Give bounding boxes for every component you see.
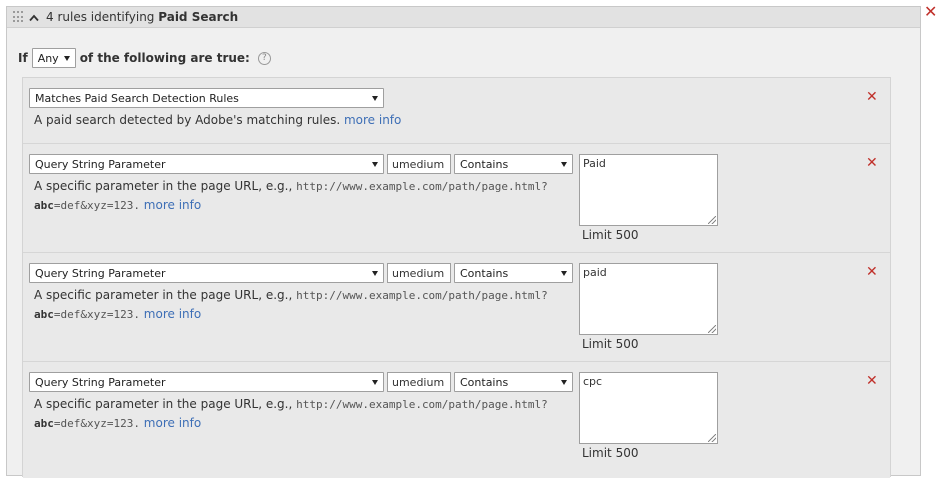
value-text: paid <box>583 266 607 279</box>
if-label: If <box>18 51 28 65</box>
value-text: cpc <box>583 375 603 388</box>
rule-type-value: Query String Parameter <box>35 158 166 171</box>
dropdown-arrow-icon <box>561 271 567 276</box>
more-info-link[interactable]: more info <box>144 198 201 212</box>
operator-select[interactable]: Contains <box>454 263 573 283</box>
rule-item: Query String Parameter umedium Contains … <box>23 144 890 253</box>
remove-rule-group-icon[interactable]: ✕ <box>924 4 938 20</box>
dropdown-arrow-icon <box>63 56 70 61</box>
resize-grip-icon[interactable] <box>708 325 716 333</box>
rule-description-prefix: A specific parameter in the page URL, e.… <box>34 288 293 302</box>
example-param: abc <box>34 308 54 321</box>
operator-select[interactable]: Contains <box>454 372 573 392</box>
rule-description-prefix: A specific parameter in the page URL, e.… <box>34 179 293 193</box>
remove-rule-icon[interactable]: ✕ <box>866 265 878 279</box>
example-url: http://www.example.com/path/page.html? <box>296 289 548 302</box>
rule-description: A specific parameter in the page URL, e.… <box>34 177 574 215</box>
rule-group-title-bold: Paid Search <box>158 10 239 24</box>
limit-label: Limit 500 <box>582 446 639 460</box>
rule-group-title: 4 rules identifying Paid Search <box>46 10 238 24</box>
operator-value: Contains <box>460 376 509 389</box>
value-textarea[interactable]: cpc <box>579 372 718 444</box>
rule-type-select[interactable]: Matches Paid Search Detection Rules <box>29 88 384 108</box>
rule-type-select[interactable]: Query String Parameter <box>29 154 384 174</box>
limit-label: Limit 500 <box>582 228 639 242</box>
resize-grip-icon[interactable] <box>708 434 716 442</box>
rule-description: A specific parameter in the page URL, e.… <box>34 395 574 433</box>
help-icon[interactable]: ? <box>257 51 271 65</box>
rule-description: A specific parameter in the page URL, e.… <box>34 286 574 324</box>
example-query: =def&xyz=123. <box>53 417 140 430</box>
rules-list: Matches Paid Search Detection Rules A pa… <box>22 77 891 478</box>
operator-value: Contains <box>460 267 509 280</box>
dropdown-arrow-icon <box>372 380 378 385</box>
rule-type-value: Matches Paid Search Detection Rules <box>35 92 239 105</box>
rule-group-header[interactable]: 4 rules identifying Paid Search <box>7 7 920 28</box>
rule-item: Query String Parameter umedium Contains … <box>23 253 890 362</box>
operator-value: Contains <box>460 158 509 171</box>
remove-rule-icon[interactable]: ✕ <box>866 156 878 170</box>
rule-item: Query String Parameter umedium Contains … <box>23 362 890 478</box>
drag-handle-icon[interactable] <box>13 11 24 23</box>
remove-rule-icon[interactable]: ✕ <box>866 374 878 388</box>
more-info-link[interactable]: more info <box>344 113 401 127</box>
example-query: =def&xyz=123. <box>53 199 140 212</box>
dropdown-arrow-icon <box>372 162 378 167</box>
parameter-name-input[interactable]: umedium <box>387 372 451 392</box>
remove-rule-icon[interactable]: ✕ <box>866 90 878 104</box>
value-textarea[interactable]: Paid <box>579 154 718 226</box>
rule-type-value: Query String Parameter <box>35 376 166 389</box>
rule-group-title-prefix: 4 rules identifying <box>46 10 155 24</box>
rule-type-value: Query String Parameter <box>35 267 166 280</box>
rule-description: A paid search detected by Adobe's matchi… <box>34 111 574 129</box>
dropdown-arrow-icon <box>372 96 378 101</box>
rule-type-select[interactable]: Query String Parameter <box>29 263 384 283</box>
rule-description-prefix: A specific parameter in the page URL, e.… <box>34 397 293 411</box>
parameter-name-input[interactable]: umedium <box>387 154 451 174</box>
condition-suffix: of the following are true: <box>79 51 250 65</box>
chevron-up-icon[interactable] <box>29 13 39 23</box>
example-url: http://www.example.com/path/page.html? <box>296 180 548 193</box>
condition-row: If Any of the following are true: ? <box>18 47 271 69</box>
example-url: http://www.example.com/path/page.html? <box>296 398 548 411</box>
rule-group-panel: 4 rules identifying Paid Search If Any o… <box>6 6 921 478</box>
dropdown-arrow-icon <box>372 271 378 276</box>
match-mode-select[interactable]: Any <box>31 48 76 68</box>
dropdown-arrow-icon <box>561 380 567 385</box>
value-text: Paid <box>583 157 606 170</box>
match-mode-value: Any <box>37 52 59 65</box>
resize-grip-icon[interactable] <box>708 216 716 224</box>
example-param: abc <box>34 417 54 430</box>
rule-description-text: A paid search detected by Adobe's matchi… <box>34 113 341 127</box>
dropdown-arrow-icon <box>561 162 567 167</box>
rule-item: Matches Paid Search Detection Rules A pa… <box>23 78 890 144</box>
rule-type-select[interactable]: Query String Parameter <box>29 372 384 392</box>
more-info-link[interactable]: more info <box>144 416 201 430</box>
example-param: abc <box>34 199 54 212</box>
parameter-name-input[interactable]: umedium <box>387 263 451 283</box>
limit-label: Limit 500 <box>582 337 639 351</box>
operator-select[interactable]: Contains <box>454 154 573 174</box>
example-query: =def&xyz=123. <box>53 308 140 321</box>
more-info-link[interactable]: more info <box>144 307 201 321</box>
value-textarea[interactable]: paid <box>579 263 718 335</box>
